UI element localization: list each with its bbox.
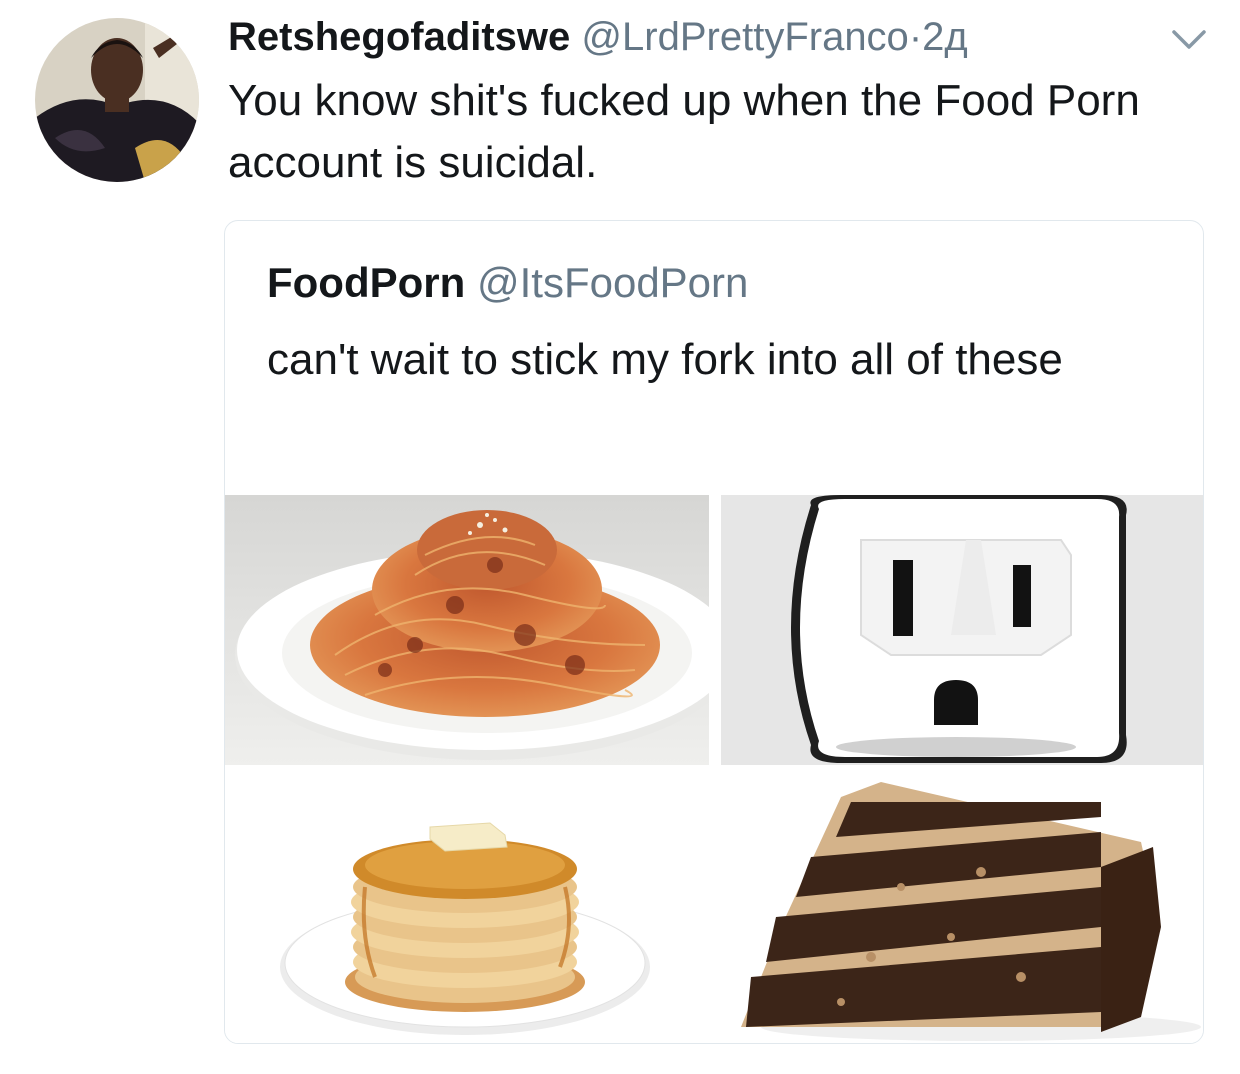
quoted-tweet-text: can't wait to stick my fork into all of … bbox=[267, 335, 1063, 384]
media-image-electrical-outlet[interactable] bbox=[721, 495, 1203, 765]
tweet-header: Retshegofaditswe @LrdPrettyFranco·2д bbox=[228, 12, 1210, 62]
quoted-user-handle: @ItsFoodPorn bbox=[476, 259, 749, 306]
timestamp[interactable]: 2д bbox=[922, 15, 968, 59]
user-handle[interactable]: @LrdPrettyFranco bbox=[581, 15, 908, 59]
quoted-display-name: FoodPorn bbox=[267, 259, 466, 306]
media-grid bbox=[225, 495, 1203, 1043]
quoted-tweet-header: FoodPorn @ItsFoodPorn bbox=[267, 255, 748, 311]
media-image-chocolate-cake[interactable] bbox=[721, 777, 1203, 1043]
tweet-text: You know shit's fucked up when the Food … bbox=[228, 76, 1140, 187]
separator: · bbox=[908, 15, 923, 59]
media-image-spaghetti[interactable] bbox=[225, 495, 709, 765]
quoted-tweet-card[interactable]: FoodPorn @ItsFoodPorn can't wait to stic… bbox=[224, 220, 1204, 1044]
avatar[interactable] bbox=[35, 18, 199, 182]
chevron-down-icon[interactable] bbox=[1168, 22, 1210, 56]
display-name[interactable]: Retshegofaditswe bbox=[228, 15, 570, 59]
media-image-pancakes[interactable] bbox=[225, 777, 709, 1043]
